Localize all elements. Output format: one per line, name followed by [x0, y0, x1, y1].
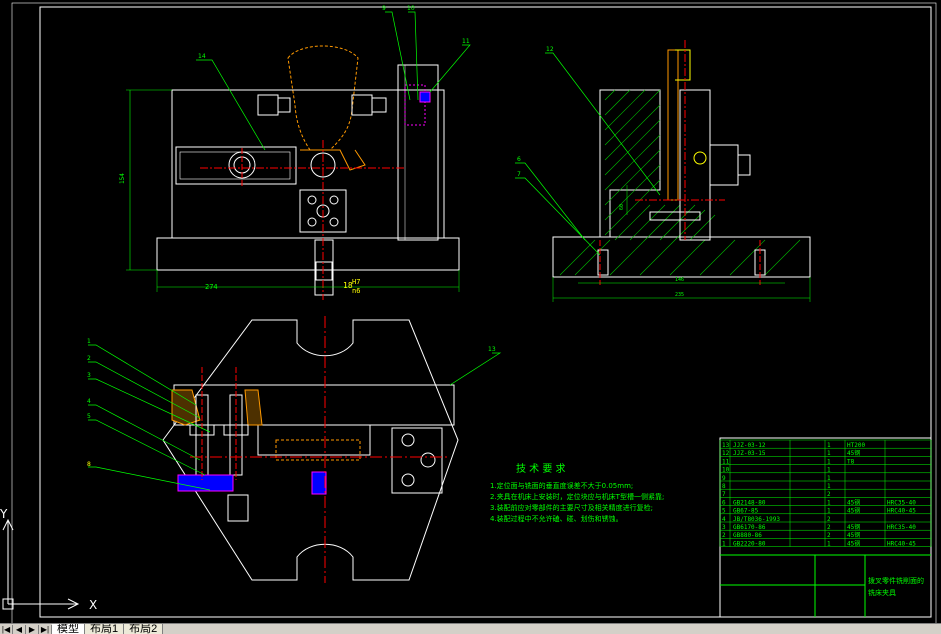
callout-14: 14 [198, 53, 206, 60]
ucs-x-label: X [89, 598, 97, 612]
parts-row-1-no: 1 [722, 540, 726, 547]
callout-5: 5 [87, 413, 91, 420]
prev-tab-button[interactable]: ◀ [13, 624, 26, 634]
parts-row-3-mat: 45钢 [847, 523, 860, 531]
parts-row-6-qty: 1 [827, 499, 831, 506]
cad-drawing-canvas[interactable]: 154 274 18 H7 n6 14 9 10 11 146 235 60 1… [0, 0, 941, 633]
parts-row-2-qty: 2 [827, 532, 831, 539]
front-view [126, 45, 460, 300]
parts-row-7-no: 7 [722, 491, 726, 498]
parts-row-12-mat: 45钢 [847, 449, 860, 457]
dim-side-inner: 146 [675, 277, 684, 283]
tech-requirements-title: 技 术 要 求 [516, 462, 566, 475]
parts-row-8-no: 8 [722, 483, 726, 490]
parts-row-1-mat: 45钢 [847, 539, 860, 547]
parts-row-2-no: 2 [722, 532, 726, 539]
plan-leaders [88, 344, 502, 491]
dim-fit-upper: H7 [352, 278, 360, 286]
front-leaders [196, 11, 471, 151]
callout-8: 8 [87, 461, 91, 468]
dim-side-outer: 235 [675, 292, 684, 298]
tech-requirement-2: 2.夹具在机床上安装时，定位块应与机床T型槽一侧紧靠; [490, 492, 664, 501]
parts-row-11-no: 11 [722, 458, 730, 465]
parts-row-13-mat: HT200 [847, 442, 865, 449]
parts-row-3-no: 3 [722, 524, 726, 531]
parts-row-7-qty: 2 [827, 491, 831, 498]
callout-12: 12 [546, 46, 554, 53]
drawing-name-line2: 铣床夹具 [868, 588, 896, 597]
parts-row-5-no: 5 [722, 508, 726, 515]
last-tab-button[interactable]: ▶| [39, 624, 52, 634]
parts-row-2-code: GB880-86 [733, 532, 762, 539]
parts-row-13-no: 13 [722, 442, 730, 449]
plan-view [162, 316, 459, 583]
next-tab-button[interactable]: ▶ [26, 624, 39, 634]
callout-11: 11 [462, 38, 470, 45]
parts-row-10-qty: 1 [827, 467, 831, 474]
side-leaders [515, 52, 661, 256]
tech-requirement-3: 3.装配前应对零部件的主要尺寸及相关精度进行复检; [490, 503, 653, 512]
side-view [552, 40, 811, 302]
parts-row-13-code: JJZ-03-12 [733, 442, 766, 449]
parts-row-5-qty: 1 [827, 508, 831, 515]
parts-row-6-no: 6 [722, 499, 726, 506]
layout-tab-bar: |◀ ◀ ▶ ▶| 模型 布局1 布局2 [0, 623, 941, 634]
first-tab-button[interactable]: |◀ [0, 624, 13, 634]
parts-row-1-code: GB2220-80 [733, 540, 766, 547]
callout-2: 2 [87, 355, 91, 362]
parts-row-1-qty: 1 [827, 540, 831, 547]
parts-row-11-mat: T8 [847, 458, 855, 465]
parts-row-5-note: HRC40-45 [887, 508, 916, 515]
title-block-rows: 13 JJZ-03-12 1 HT20012 JJZ-03-15 1 45钢11 1 T810 1… [722, 442, 916, 547]
parts-row-4-code: JB/T8036-1993 [733, 516, 780, 523]
callout-13: 13 [488, 346, 496, 353]
drawing-border [39, 6, 932, 618]
parts-row-6-note: HRC35-40 [887, 499, 916, 506]
parts-row-6-code: GB2148-80 [733, 499, 766, 506]
callout-3: 3 [87, 372, 91, 379]
parts-row-5-mat: 45钢 [847, 507, 860, 515]
dim-front-height: 154 [119, 173, 126, 184]
parts-row-12-code: JJZ-03-15 [733, 450, 766, 457]
callout-7: 7 [517, 171, 521, 178]
parts-row-13-qty: 1 [827, 442, 831, 449]
parts-row-4-no: 4 [722, 516, 726, 523]
parts-row-12-qty: 1 [827, 450, 831, 457]
callout-4: 4 [87, 398, 91, 405]
parts-row-9-qty: 1 [827, 475, 831, 482]
parts-row-8-qty: 1 [827, 483, 831, 490]
tech-requirement-4: 4.装配过程中不允许磕、碰、划伤和锈蚀。 [490, 514, 623, 523]
parts-row-2-mat: 45钢 [847, 531, 860, 539]
parts-row-3-qty: 2 [827, 524, 831, 531]
parts-row-9-no: 9 [722, 475, 726, 482]
parts-row-3-note: HRC35-40 [887, 524, 916, 531]
dim-side-vertical: 60 [619, 204, 625, 210]
parts-row-11-qty: 1 [827, 458, 831, 465]
parts-row-12-no: 12 [722, 450, 730, 457]
callout-6: 6 [517, 156, 521, 163]
tech-requirement-1: 1.定位面与铣面的垂直度误差不大于0.05mm; [490, 481, 633, 490]
paper-border [11, 2, 937, 626]
callout-10: 10 [407, 5, 415, 12]
parts-row-3-code: GB6170-86 [733, 524, 766, 531]
ucs-y-label: Y [0, 507, 8, 521]
callout-1: 1 [87, 338, 91, 345]
parts-row-4-qty: 2 [827, 516, 831, 523]
parts-row-1-note: HRC40-45 [887, 540, 916, 547]
callout-9: 9 [382, 5, 386, 12]
parts-row-10-no: 10 [722, 467, 730, 474]
dim-fit-lower: n6 [352, 287, 360, 295]
parts-row-6-mat: 45钢 [847, 498, 860, 506]
drawing-name-line1: 拨叉零件铣削面的 [868, 576, 924, 585]
dim-front-width: 274 [205, 283, 218, 291]
parts-row-5-code: GB67-85 [733, 508, 759, 515]
